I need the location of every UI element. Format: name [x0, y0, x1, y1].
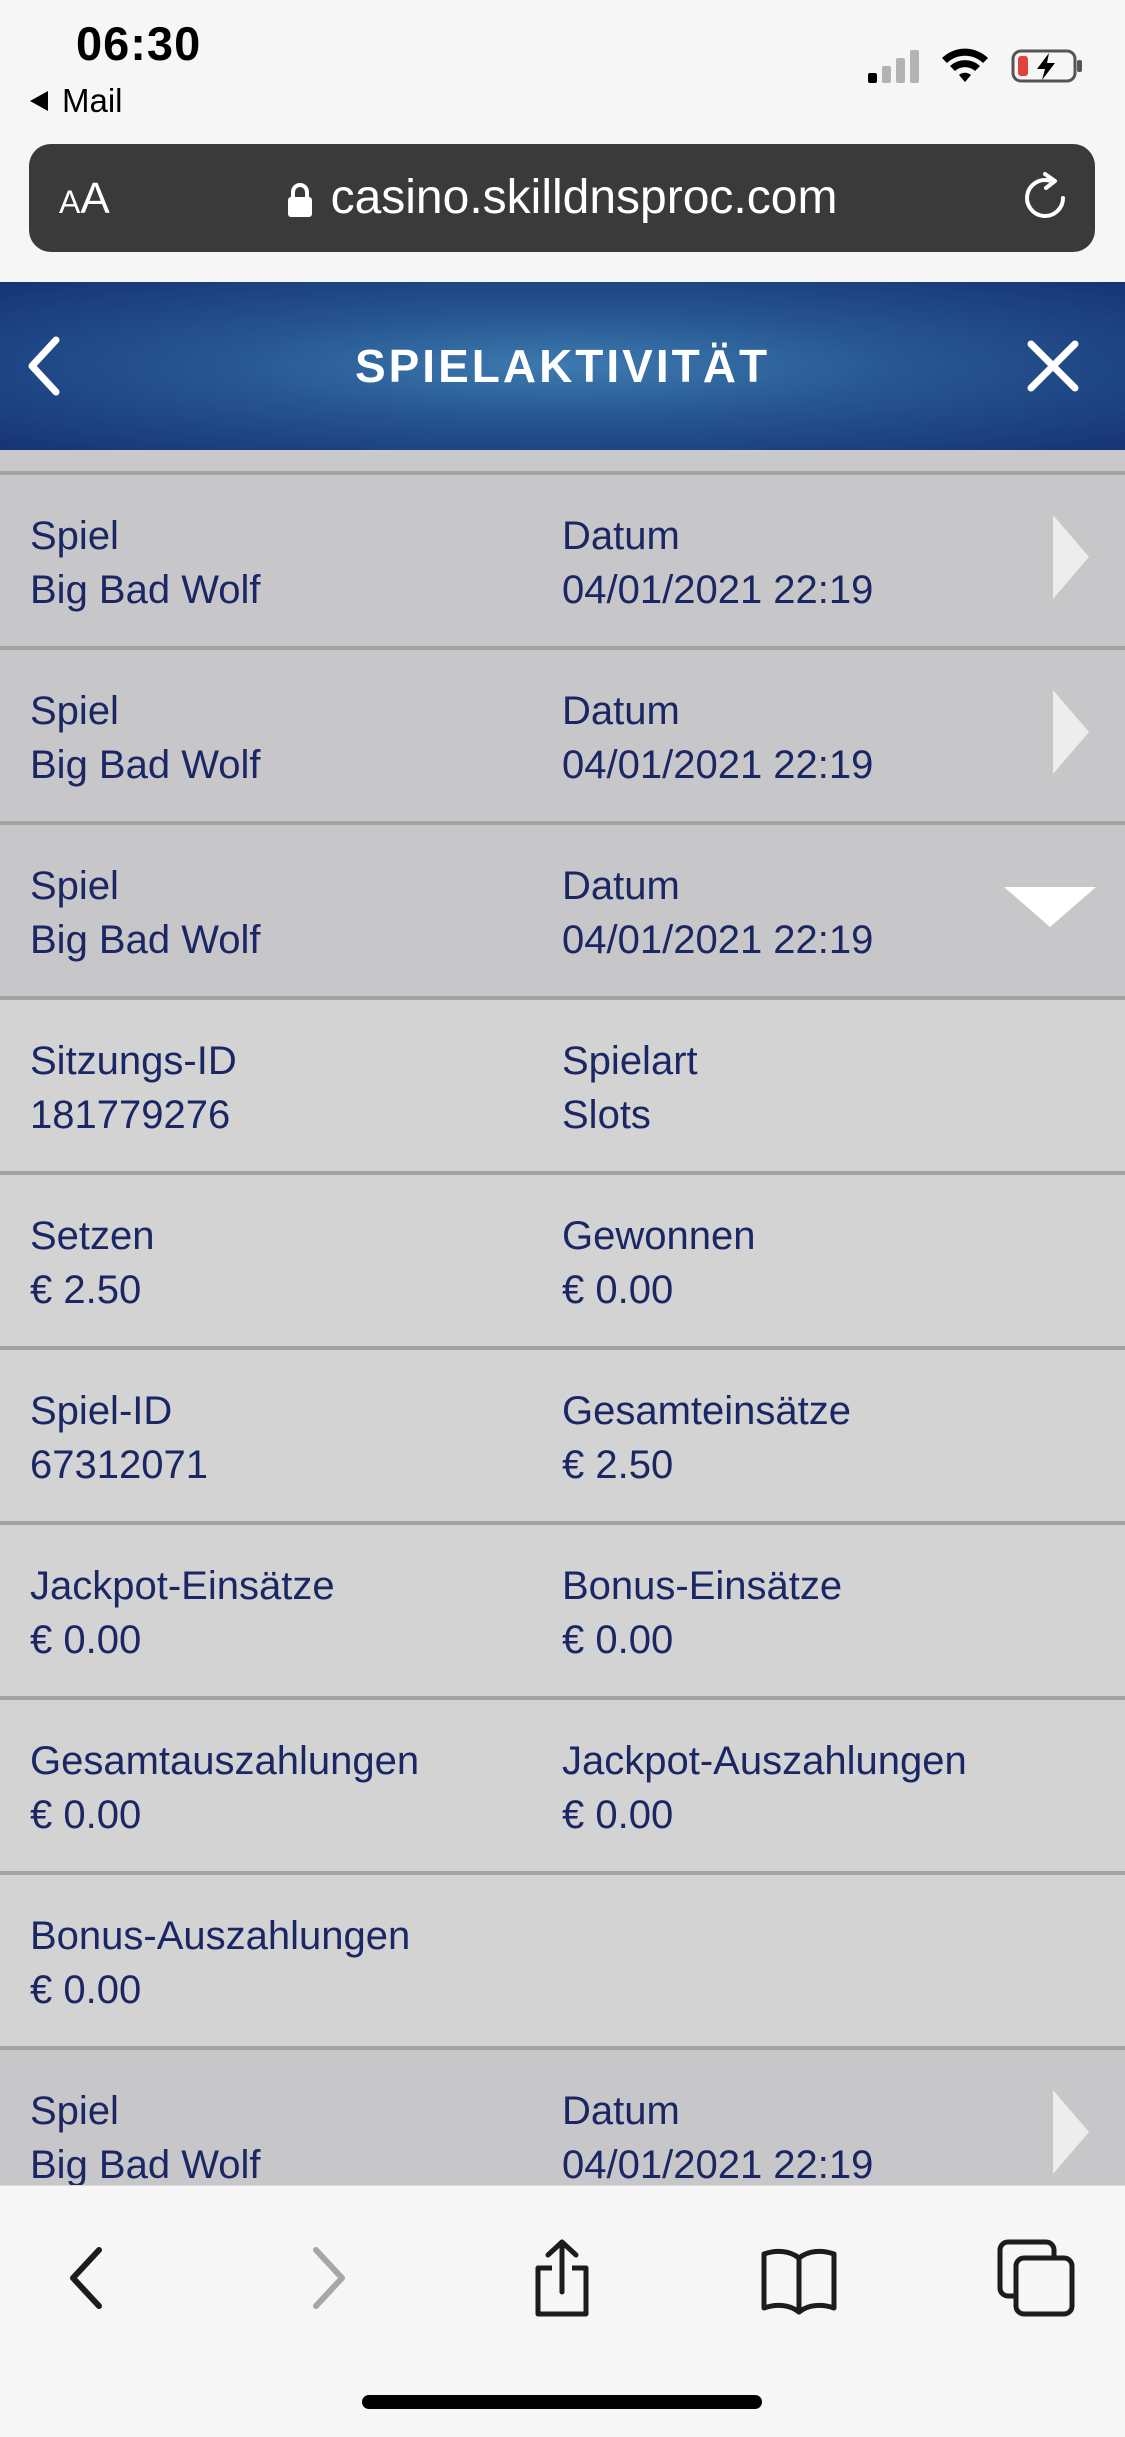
left-field: Setzen € 2.50	[30, 1209, 155, 1317]
field-label: Jackpot-Einsätze	[30, 1564, 335, 1608]
field-value: Slots	[562, 1093, 651, 1137]
activity-detail-row: Setzen € 2.50 Gewonnen € 0.00	[0, 1175, 1125, 1350]
field-value: Big Bad Wolf	[30, 568, 261, 612]
field-label: Gesamteinsätze	[562, 1389, 852, 1433]
field-value: € 0.00	[30, 1968, 142, 2012]
url-field[interactable]: casino.skilldnsproc.com	[29, 144, 1095, 252]
chevron-right-icon[interactable]	[1053, 2090, 1089, 2174]
field-label: Spiel-ID	[30, 1389, 173, 1433]
field-label: Spiel	[30, 514, 119, 558]
chevron-right-icon[interactable]	[1053, 690, 1089, 774]
field-value: 181779276	[30, 1093, 231, 1137]
field-label: Spielart	[562, 1039, 698, 1083]
field-value: 04/01/2021 22:19	[562, 568, 874, 612]
field-label: Datum	[562, 689, 680, 733]
left-field: Spiel-ID 67312071	[30, 1384, 208, 1492]
left-field: Gesamtauszahlungen € 0.00	[30, 1734, 419, 1842]
right-field: Jackpot-Auszahlungen € 0.00	[562, 1734, 967, 1842]
status-bar: 06:30 Mail	[0, 0, 1125, 140]
left-field: Jackpot-Einsätze € 0.00	[30, 1559, 335, 1667]
status-time: 06:30	[76, 17, 202, 70]
field-value: € 0.00	[562, 1618, 674, 1662]
signal-icon	[868, 49, 919, 83]
field-value: 67312071	[30, 1443, 208, 1487]
url-text: casino.skilldnsproc.com	[330, 171, 838, 224]
back-triangle-icon	[30, 91, 48, 111]
chevron-down-icon[interactable]	[1004, 887, 1096, 927]
chevron-right-icon[interactable]	[1053, 515, 1089, 599]
reload-icon[interactable]	[1019, 172, 1071, 224]
field-label: Gesamtauszahlungen	[30, 1739, 420, 1783]
field-label: Datum	[562, 514, 680, 558]
activity-detail-row: Gesamtauszahlungen € 0.00 Jackpot-Auszahlu…	[0, 1700, 1125, 1875]
battery-charging-icon	[1011, 49, 1082, 83]
field-value: € 0.00	[30, 1793, 142, 1837]
field-value: € 0.00	[562, 1268, 674, 1312]
field-label: Jackpot-Auszahlungen	[562, 1739, 967, 1783]
page-title: SPIELAKTIVITÄT	[354, 340, 771, 392]
field-value: € 2.50	[562, 1443, 674, 1487]
field-value: 04/01/2021 22:19	[562, 918, 874, 962]
back-icon[interactable]	[47, 2238, 127, 2318]
url-bar[interactable]: AA casino.skilldnsproc.com	[29, 144, 1095, 252]
activity-detail-row: Bonus-Auszahlungen € 0.00	[0, 1875, 1125, 2050]
tabs-icon[interactable]	[996, 2238, 1076, 2318]
right-field: Datum 04/01/2021 22:19	[562, 684, 873, 792]
activity-list[interactable]: Spiel Big Bad Wolf Datum 04/01/2021 22:19 Sp…	[0, 450, 1125, 2185]
close-icon[interactable]	[1025, 338, 1081, 394]
field-value: Big Bad Wolf	[30, 743, 261, 787]
activity-summary-row[interactable]: Spiel Big Bad Wolf Datum 04/01/2021 22:19	[0, 825, 1125, 1000]
field-label: Gewonnen	[562, 1214, 756, 1258]
list-top-strip	[0, 450, 1125, 475]
right-field: Spielart Slots	[562, 1034, 698, 1142]
field-label: Sitzungs-ID	[30, 1039, 237, 1083]
field-label: Spiel	[30, 864, 119, 908]
activity-summary-row[interactable]: Spiel Big Bad Wolf Datum 04/01/2021 22:19	[0, 2050, 1125, 2185]
field-label: Setzen	[30, 1214, 155, 1258]
back-app-label: Mail	[62, 82, 123, 119]
field-label: Spiel	[30, 689, 119, 733]
right-field: Gewonnen € 0.00	[562, 1209, 755, 1317]
field-value: € 0.00	[562, 1793, 674, 1837]
field-value: Big Bad Wolf	[30, 2143, 261, 2185]
left-field: Spiel Big Bad Wolf	[30, 859, 261, 967]
left-field: Spiel Big Bad Wolf	[30, 684, 261, 792]
left-field: Spiel Big Bad Wolf	[30, 2084, 261, 2185]
status-icons	[868, 48, 1085, 84]
home-indicator	[362, 2395, 762, 2409]
left-field: Spiel Big Bad Wolf	[30, 509, 261, 617]
share-icon[interactable]	[522, 2238, 602, 2318]
bookmarks-icon[interactable]	[759, 2238, 839, 2318]
right-field: Datum 04/01/2021 22:19	[562, 2084, 873, 2185]
page-header: SPIELAKTIVITÄT	[0, 282, 1125, 450]
right-field: Datum 04/01/2021 22:19	[562, 509, 873, 617]
field-label: Bonus-Einsätze	[562, 1564, 843, 1608]
lock-icon	[287, 183, 312, 218]
activity-detail-row: Spiel-ID 67312071 Gesamteinsätze € 2.50	[0, 1350, 1125, 1525]
activity-summary-row[interactable]: Spiel Big Bad Wolf Datum 04/01/2021 22:19	[0, 650, 1125, 825]
field-label: Bonus-Auszahlungen	[30, 1914, 411, 1958]
left-field: Bonus-Auszahlungen € 0.00	[30, 1909, 410, 2017]
field-value: € 2.50	[30, 1268, 142, 1312]
left-field: Sitzungs-ID 181779276	[30, 1034, 237, 1142]
field-value: 04/01/2021 22:19	[562, 2143, 874, 2185]
field-label: Datum	[562, 864, 680, 908]
activity-summary-row[interactable]: Spiel Big Bad Wolf Datum 04/01/2021 22:19	[0, 475, 1125, 650]
right-field: Gesamteinsätze € 2.50	[562, 1384, 851, 1492]
field-value: Big Bad Wolf	[30, 918, 261, 962]
field-value: 04/01/2021 22:19	[562, 743, 874, 787]
field-value: € 0.00	[30, 1618, 142, 1662]
back-to-mail-link[interactable]: Mail	[30, 82, 123, 120]
field-label: Spiel	[30, 2089, 119, 2133]
right-field: Datum 04/01/2021 22:19	[562, 859, 873, 967]
activity-detail-row: Sitzungs-ID 181779276 Spielart Slots	[0, 1000, 1125, 1175]
wifi-icon	[942, 48, 988, 82]
forward-icon[interactable]	[288, 2238, 368, 2318]
right-field: Bonus-Einsätze € 0.00	[562, 1559, 842, 1667]
field-label: Datum	[562, 2089, 680, 2133]
activity-detail-row: Jackpot-Einsätze € 0.00 Bonus-Einsätze € 0.…	[0, 1525, 1125, 1700]
